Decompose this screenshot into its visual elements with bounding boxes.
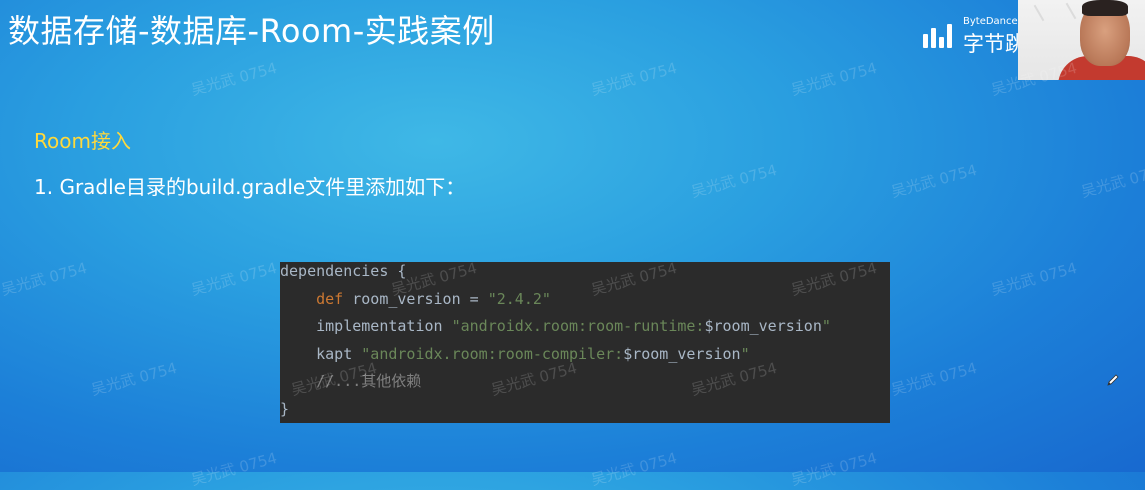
watermark-text: 吴光武 0754 (889, 160, 979, 202)
code-line: } (280, 400, 890, 428)
code-string: " (740, 344, 750, 363)
watermark-text: 吴光武 0754 (589, 58, 679, 100)
code-string: "androidx.room:room-compiler: (361, 344, 624, 363)
presenter-webcam (1018, 0, 1145, 80)
code-block: dependencies { def room_version = "2.4.2… (280, 262, 890, 423)
watermark-text: 吴光武 0754 (1079, 160, 1145, 202)
code-text: } (280, 399, 290, 418)
code-variable: $room_version (623, 344, 741, 363)
code-line: implementation "androidx.room:room-runti… (280, 317, 890, 345)
bytedance-bars-logo-icon (923, 24, 955, 48)
code-comment: //...其他依赖 (280, 372, 422, 390)
slide-title: 数据存储-数据库-Room-实践案例 (8, 12, 495, 50)
watermark-text: 吴光武 0754 (889, 358, 979, 400)
code-text: room_version = (343, 289, 488, 308)
brand-top-text: ByteDance (963, 16, 1018, 27)
step-instruction: 1. Gradle目录的build.gradle文件里添加如下： (34, 175, 466, 199)
watermark-text: 吴光武 0754 (589, 448, 679, 490)
pen-icon[interactable] (1106, 372, 1120, 386)
watermark-text: 吴光武 0754 (89, 358, 179, 400)
code-string: "2.4.2" (487, 289, 551, 308)
section-heading: Room接入 (34, 129, 131, 153)
watermark-text: 吴光武 0754 (789, 448, 879, 490)
code-text: dependencies { (280, 262, 407, 280)
watermark-text: 吴光武 0754 (989, 258, 1079, 300)
brand-bottom-text: 字节跳 (963, 32, 1026, 56)
code-text: kapt (280, 344, 362, 363)
code-keyword: def (316, 289, 344, 308)
watermark-text: 吴光武 0754 (689, 160, 779, 202)
watermark-text: 吴光武 0754 (189, 258, 279, 300)
code-line: kapt "androidx.room:room-compiler:$room_… (280, 345, 890, 373)
watermark-text: 吴光武 0754 (189, 448, 279, 490)
code-string: "androidx.room:room-runtime: (451, 317, 705, 335)
watermark-text: 吴光武 0754 (789, 58, 879, 100)
code-string: " (821, 317, 831, 335)
code-variable: $room_version (704, 317, 822, 335)
watermark-text: 吴光武 0754 (189, 58, 279, 100)
code-line: def room_version = "2.4.2" (280, 290, 890, 318)
code-text: implementation (280, 317, 452, 335)
bytedance-logo: ByteDance 字节跳 (923, 16, 1026, 56)
code-line: dependencies { (280, 262, 890, 290)
presenter-hair (1082, 0, 1128, 16)
watermark-text: 吴光武 0754 (0, 258, 89, 300)
